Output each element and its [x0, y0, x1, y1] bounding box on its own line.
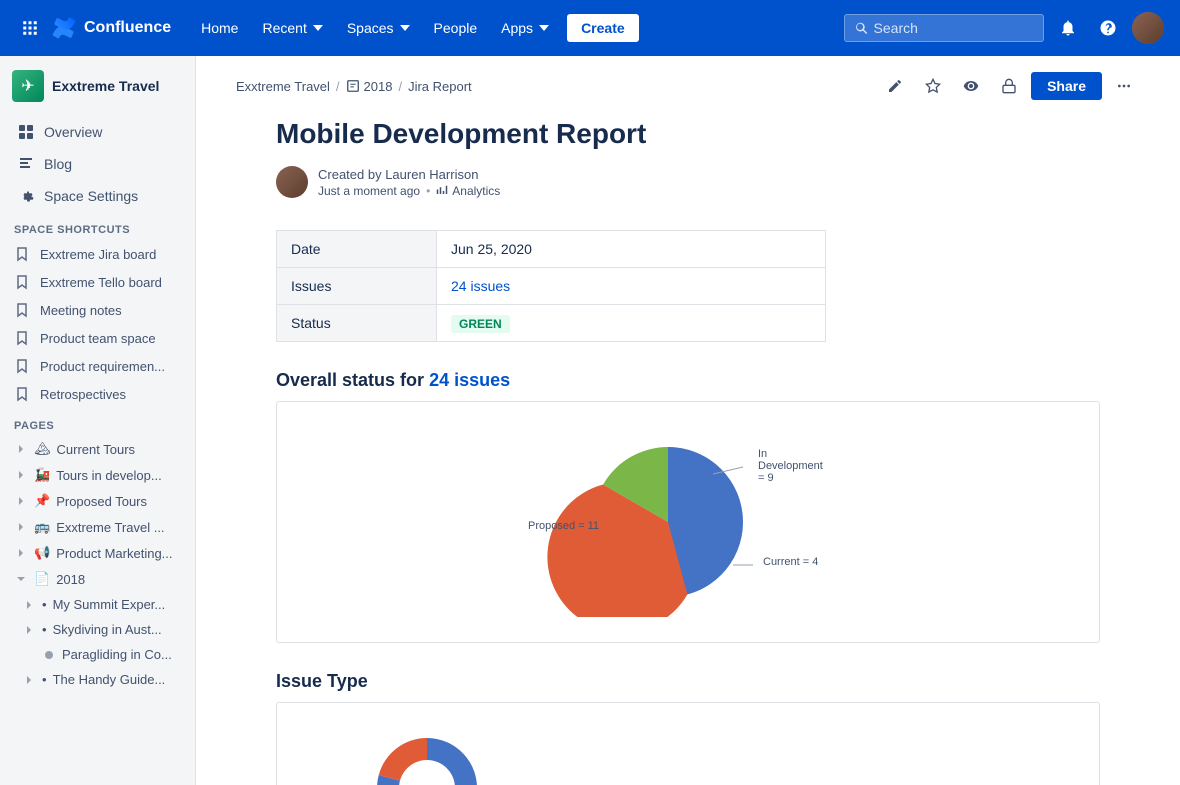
overall-status-header: Overall status for 24 issues — [276, 370, 1100, 391]
restrict-button[interactable] — [993, 70, 1025, 102]
nav-spaces[interactable]: Spaces — [337, 14, 420, 42]
chevron-right-icon — [14, 546, 28, 560]
sidebar-item-space-settings[interactable]: Space Settings — [4, 181, 191, 211]
page-tree-current-tours[interactable]: 🏔 Current Tours — [0, 436, 195, 462]
page-title: Mobile Development Report — [276, 118, 1100, 150]
body-layout: ✈ Exxtreme Travel Overview Blog Space Se… — [0, 56, 1180, 785]
create-button[interactable]: Create — [567, 14, 639, 42]
author-info: Created by Lauren Harrison — [318, 167, 500, 182]
page-tree-exxtreme-travel[interactable]: 🚌 Exxtreme Travel ... — [0, 514, 195, 540]
svg-text:Proposed = 11: Proposed = 11 — [528, 520, 599, 532]
page-tree-product-marketing[interactable]: 📢 Product Marketing... — [0, 540, 195, 566]
space-icon: ✈ — [12, 70, 44, 102]
issue-type-header: Issue Type — [276, 671, 1100, 692]
table-value-date: Jun 25, 2020 — [437, 231, 826, 268]
share-button[interactable]: Share — [1031, 72, 1102, 100]
space-name: Exxtreme Travel — [52, 78, 159, 94]
space-header[interactable]: ✈ Exxtreme Travel — [0, 56, 195, 116]
table-value-status: GREEN — [437, 305, 826, 342]
page-tree-2018[interactable]: 📄 2018 — [0, 566, 195, 592]
table-row-status: Status GREEN — [277, 305, 826, 342]
shortcuts-section-title: SPACE SHORTCUTS — [0, 212, 195, 240]
nav-people[interactable]: People — [424, 14, 488, 42]
top-navigation: Confluence Home Recent Spaces People App… — [0, 0, 1180, 56]
breadcrumb-2018[interactable]: 2018 — [364, 79, 393, 94]
author-time: Just a moment ago — [318, 184, 420, 198]
table-row-date: Date Jun 25, 2020 — [277, 231, 826, 268]
sidebar-item-overview[interactable]: Overview — [4, 117, 191, 147]
table-label-issues: Issues — [277, 268, 437, 305]
page-tree-tours-in-develop[interactable]: 🚂 Tours in develop... — [0, 462, 195, 488]
chevron-right-icon — [14, 494, 28, 508]
chevron-right-icon — [14, 442, 28, 456]
confluence-logo[interactable]: Confluence — [52, 16, 171, 40]
user-avatar[interactable] — [1132, 12, 1164, 44]
apps-grid-button[interactable] — [16, 14, 44, 42]
pie-chart: In Development = 9 Proposed = 11 Current… — [297, 422, 1079, 622]
shortcut-meeting-notes[interactable]: Meeting notes — [0, 296, 195, 324]
pages-section-title: PAGES — [0, 408, 195, 436]
donut-chart-svg: Task = 19 — [297, 723, 637, 785]
breadcrumb: Exxtreme Travel / 2018 / Jira Report — [236, 79, 472, 94]
chevron-down-icon — [14, 572, 28, 586]
svg-text:= 9: = 9 — [758, 472, 774, 484]
table-row-issues: Issues 24 issues — [277, 268, 826, 305]
shortcut-product-requirements[interactable]: Product requiremen... — [0, 352, 195, 380]
topnav-right — [844, 12, 1164, 44]
nav-links: Home Recent Spaces People Apps Create — [191, 14, 639, 42]
pie-chart-box: In Development = 9 Proposed = 11 Current… — [276, 401, 1100, 643]
breadcrumb-exxtreme-travel[interactable]: Exxtreme Travel — [236, 79, 330, 94]
author-row: Created by Lauren Harrison Just a moment… — [276, 166, 1100, 198]
shortcut-retrospectives[interactable]: Retrospectives — [0, 380, 195, 408]
page-tree-handy-guide[interactable]: • The Handy Guide... — [0, 667, 195, 692]
chevron-right-icon — [14, 520, 28, 534]
svg-text:Development: Development — [758, 460, 823, 472]
pie-chart-svg: In Development = 9 Proposed = 11 Current… — [518, 427, 858, 617]
page-content: Mobile Development Report Created by Lau… — [196, 110, 1180, 785]
sidebar-item-blog[interactable]: Blog — [4, 149, 191, 179]
table-label-status: Status — [277, 305, 437, 342]
shortcut-exxtreme-tello[interactable]: Exxtreme Tello board — [0, 268, 195, 296]
page-tree-my-summit[interactable]: • My Summit Exper... — [0, 592, 195, 617]
shortcut-exxtreme-jira[interactable]: Exxtreme Jira board — [0, 240, 195, 268]
help-button[interactable] — [1092, 12, 1124, 44]
info-table: Date Jun 25, 2020 Issues 24 issues Statu… — [276, 230, 826, 342]
shortcut-product-team-space[interactable]: Product team space — [0, 324, 195, 352]
nav-apps[interactable]: Apps — [491, 14, 559, 42]
page-tree-skydiving[interactable]: • Skydiving in Aust... — [0, 617, 195, 642]
main-content: Exxtreme Travel / 2018 / Jira Report — [196, 56, 1180, 785]
analytics-link[interactable]: Analytics — [436, 184, 500, 198]
search-input[interactable] — [874, 20, 1033, 36]
page-action-buttons: Share — [879, 70, 1140, 102]
table-label-date: Date — [277, 231, 437, 268]
table-value-issues: 24 issues — [437, 268, 826, 305]
watch-button[interactable] — [955, 70, 987, 102]
more-actions-button[interactable] — [1108, 70, 1140, 102]
chevron-right-icon — [22, 673, 36, 687]
chevron-right-icon — [14, 468, 28, 482]
nav-recent[interactable]: Recent — [252, 14, 332, 42]
notifications-button[interactable] — [1052, 12, 1084, 44]
chevron-right-icon — [22, 623, 36, 637]
nav-home[interactable]: Home — [191, 14, 248, 42]
sidebar: ✈ Exxtreme Travel Overview Blog Space Se… — [0, 56, 196, 785]
chevron-right-icon — [22, 598, 36, 612]
svg-text:Current = 4: Current = 4 — [763, 556, 818, 568]
issue-type-chart-box: Task = 19 — [276, 702, 1100, 785]
logo-text: Confluence — [84, 19, 171, 37]
page-tree-paragliding[interactable]: Paragliding in Co... — [0, 642, 195, 667]
search-box[interactable] — [844, 14, 1044, 42]
author-avatar — [276, 166, 308, 198]
svg-text:In: In — [758, 448, 767, 460]
edit-button[interactable] — [879, 70, 911, 102]
breadcrumb-jira-report[interactable]: Jira Report — [408, 79, 472, 94]
star-button[interactable] — [917, 70, 949, 102]
page-tree-proposed-tours[interactable]: 📌 Proposed Tours — [0, 488, 195, 514]
